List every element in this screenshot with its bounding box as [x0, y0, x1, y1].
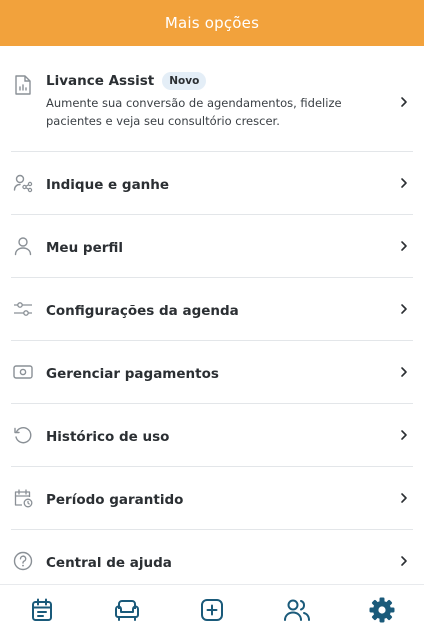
menu-item-label: Período garantido: [46, 491, 184, 508]
sliders-icon: [12, 298, 34, 320]
menu-item-label: Indique e ganhe: [46, 176, 170, 193]
menu-item-historico-de-uso[interactable]: Histórico de uso: [11, 404, 413, 467]
history-icon: [12, 424, 34, 446]
menu-item-label: Gerenciar pagamentos: [46, 365, 219, 382]
chevron-right-icon: [401, 178, 407, 188]
nav-patients-button[interactable]: [254, 585, 339, 634]
menu-item-gerenciar-pagamentos[interactable]: Gerenciar pagamentos: [11, 341, 413, 404]
plus-square-icon: [200, 598, 223, 621]
nav-settings-button[interactable]: [339, 585, 424, 634]
nav-add-button[interactable]: [170, 585, 255, 634]
top-header: Mais opções: [0, 0, 424, 46]
menu-item-livance-assist[interactable]: Livance Assist Novo Aumente sua conversã…: [11, 46, 413, 152]
menu-item-label: Livance Assist: [46, 73, 155, 89]
options-list: Livance Assist Novo Aumente sua conversã…: [0, 46, 424, 584]
user-icon: [12, 235, 34, 257]
menu-item-meu-perfil[interactable]: Meu perfil: [11, 215, 413, 278]
chevron-right-icon: [401, 97, 407, 107]
page-title: Mais opções: [164, 14, 260, 32]
settings-gear-icon: [369, 597, 395, 622]
chevron-right-icon: [401, 556, 407, 566]
share-users-icon: [12, 172, 34, 194]
menu-item-indique-e-ganhe[interactable]: Indique e ganhe: [11, 152, 413, 215]
menu-item-central-de-ajuda[interactable]: Central de ajuda: [11, 530, 413, 584]
new-badge: Novo: [162, 72, 207, 90]
chevron-right-icon: [401, 430, 407, 440]
nav-rooms-button[interactable]: [85, 585, 170, 634]
bottom-navigation: [0, 584, 424, 634]
menu-item-label: Meu perfil: [46, 239, 124, 256]
chevron-right-icon: [401, 493, 407, 503]
help-icon: [12, 550, 34, 572]
menu-item-label: Central de ajuda: [46, 554, 172, 571]
users-icon: [283, 599, 310, 621]
menu-item-label: Histórico de uso: [46, 428, 170, 445]
menu-item-label: Configurações da agenda: [46, 302, 239, 319]
calendar-icon: [32, 598, 53, 621]
menu-item-description: Aumente sua conversão de agendamentos, f…: [46, 96, 342, 128]
banknote-icon: [12, 361, 34, 383]
chevron-right-icon: [401, 304, 407, 314]
armchair-icon: [115, 599, 140, 621]
chevron-right-icon: [401, 367, 407, 377]
menu-item-configuracoes-agenda[interactable]: Configurações da agenda: [11, 278, 413, 341]
chevron-right-icon: [401, 241, 407, 251]
report-icon: [12, 74, 34, 96]
nav-calendar-button[interactable]: [0, 585, 85, 634]
calendar-clock-icon: [12, 487, 34, 509]
menu-item-periodo-garantido[interactable]: Período garantido: [11, 467, 413, 530]
